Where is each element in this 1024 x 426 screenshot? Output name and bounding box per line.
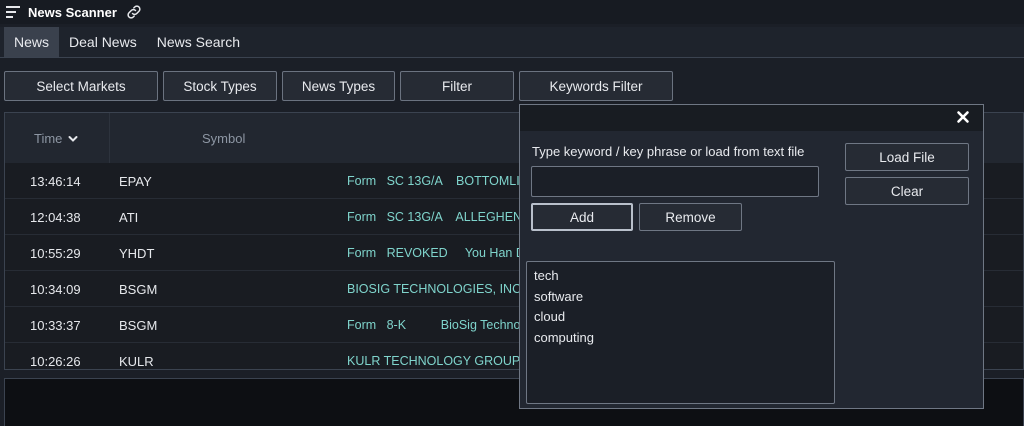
list-item[interactable]: cloud: [534, 307, 834, 328]
row-news[interactable]: Form SC 13G/A ALLEGHENY: [347, 210, 530, 224]
time-column-header[interactable]: Time: [34, 131, 78, 146]
title-bar: News Scanner: [0, 0, 1024, 24]
row-time: 10:34:09: [30, 282, 81, 297]
row-symbol: BSGM: [119, 282, 158, 297]
window-title: News Scanner: [28, 4, 117, 20]
keyword-input[interactable]: [531, 166, 819, 197]
row-symbol: YHDT: [119, 246, 155, 261]
remove-keyword-button[interactable]: Remove: [639, 203, 742, 231]
symbol-column-label: Symbol: [202, 131, 246, 146]
row-time: 12:04:38: [30, 210, 81, 225]
hamburger-icon[interactable]: [6, 6, 20, 18]
tab-bar: News Deal News News Search: [0, 27, 1024, 58]
time-column-label: Time: [34, 131, 63, 146]
tab-deal-news[interactable]: Deal News: [59, 27, 147, 57]
row-news[interactable]: Form REVOKED You Han D: [347, 246, 525, 260]
row-time: 13:46:14: [30, 174, 81, 189]
row-time: 10:33:37: [30, 318, 81, 333]
row-news[interactable]: Form 8-K BioSig Techno: [347, 318, 520, 332]
select-markets-button[interactable]: Select Markets: [4, 71, 158, 101]
row-news[interactable]: KULR TECHNOLOGY GROUP, I: [347, 354, 529, 368]
list-item[interactable]: tech: [534, 266, 834, 287]
list-item[interactable]: software: [534, 287, 834, 308]
add-keyword-button[interactable]: Add: [531, 203, 633, 231]
row-symbol: BSGM: [119, 318, 158, 333]
symbol-column-header[interactable]: Symbol: [202, 131, 245, 146]
keywords-filter-popup: Type keyword / key phrase or load from t…: [519, 104, 984, 409]
filter-button[interactable]: Filter: [400, 71, 514, 101]
list-item[interactable]: computing: [534, 328, 834, 349]
keyword-prompt-label: Type keyword / key phrase or load from t…: [532, 144, 805, 159]
news-types-button[interactable]: News Types: [282, 71, 395, 101]
tab-news-search[interactable]: News Search: [147, 27, 250, 57]
row-time: 10:55:29: [30, 246, 81, 261]
popup-header: [520, 105, 983, 131]
link-icon[interactable]: [125, 3, 143, 21]
filter-toolbar: Select Markets Stock Types News Types Fi…: [0, 71, 1024, 101]
stock-types-button[interactable]: Stock Types: [163, 71, 277, 101]
row-news[interactable]: BIOSIG TECHNOLOGIES, INC: [347, 282, 521, 296]
row-symbol: KULR: [119, 354, 154, 369]
keyword-list[interactable]: tech software cloud computing: [526, 261, 835, 404]
chevron-down-icon: [68, 135, 78, 142]
row-time: 10:26:26: [30, 354, 81, 369]
row-news[interactable]: Form SC 13G/A BOTTOMLIN: [347, 174, 529, 188]
keywords-filter-button[interactable]: Keywords Filter: [519, 71, 673, 101]
close-icon[interactable]: [955, 109, 971, 125]
load-file-button[interactable]: Load File: [845, 143, 969, 171]
tab-news[interactable]: News: [4, 27, 60, 57]
row-symbol: ATI: [119, 210, 139, 225]
clear-keywords-button[interactable]: Clear: [845, 177, 969, 205]
row-symbol: EPAY: [119, 174, 152, 189]
